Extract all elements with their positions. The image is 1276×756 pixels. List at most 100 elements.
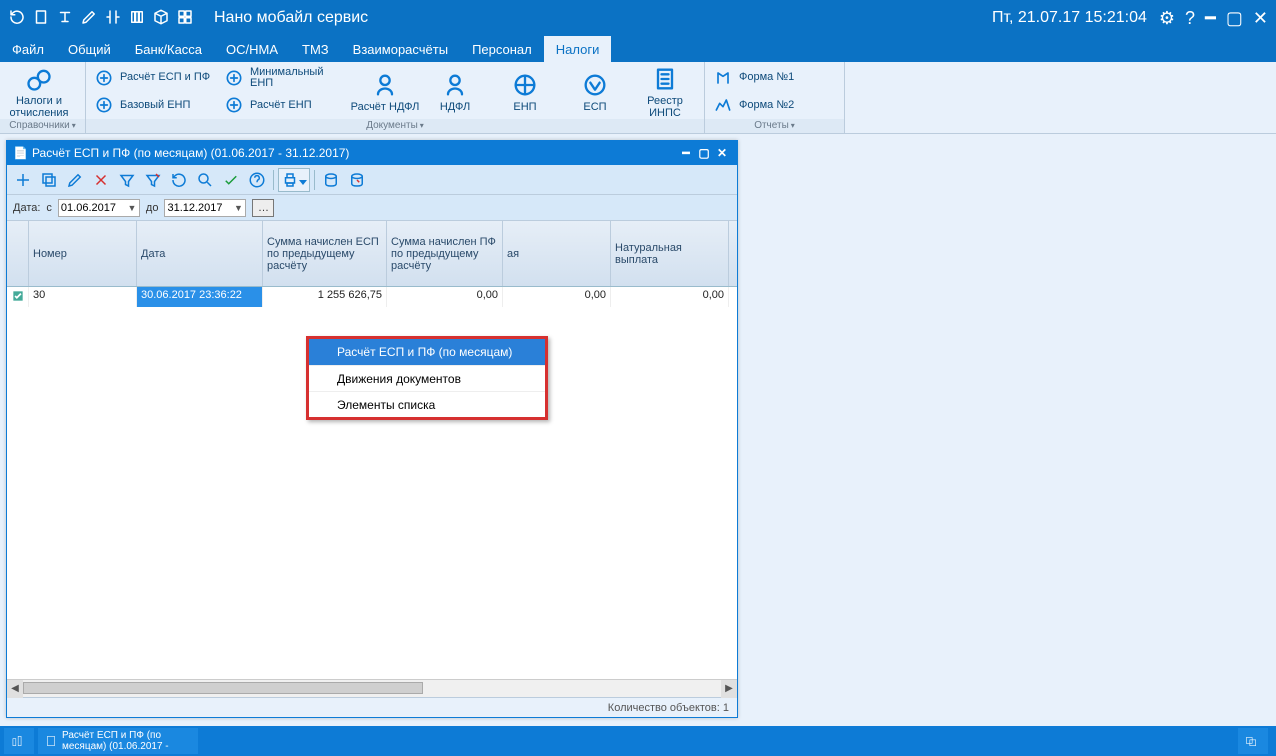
print-icon[interactable]: [278, 168, 310, 192]
filter-label-to: до: [146, 202, 159, 214]
bracket-icon[interactable]: [104, 8, 122, 29]
workspace: 📄 Расчёт ЕСП и ПФ (по месяцам) (01.06.20…: [0, 134, 1276, 726]
scroll-left-icon[interactable]: ◀: [7, 680, 23, 698]
grid-col-number[interactable]: Номер: [29, 221, 137, 286]
cell-number: 30: [29, 287, 137, 307]
menu-settlements[interactable]: Взаиморасчёты: [341, 36, 460, 62]
table-row[interactable]: 30 30.06.2017 23:36:22 1 255 626,75 0,00…: [7, 287, 737, 307]
rb-enp[interactable]: ЕНП: [490, 64, 560, 119]
rb-base-enp[interactable]: Базовый ЕНП: [90, 92, 220, 120]
date-from-input[interactable]: [59, 200, 125, 216]
menu-os[interactable]: ОС/НМА: [214, 36, 290, 62]
cell-sum-esp: 1 255 626,75: [263, 287, 387, 307]
taskbar: Расчёт ЕСП и ПФ (по месяцам) (01.06.2017…: [0, 726, 1276, 756]
maximize-icon[interactable]: ▢: [1226, 8, 1243, 29]
grid-col-date[interactable]: Дата: [137, 221, 263, 286]
document-window: 📄 Расчёт ЕСП и ПФ (по месяцам) (01.06.20…: [6, 140, 738, 718]
row-status-icon: [7, 287, 29, 307]
grid-col-icon[interactable]: [7, 221, 29, 286]
print-context-menu: Расчёт ЕСП и ПФ (по месяцам) Движения до…: [306, 336, 548, 420]
doc-toolbar: [7, 165, 737, 195]
horizontal-scrollbar[interactable]: ◀ ▶: [7, 679, 737, 697]
book-icon[interactable]: [32, 8, 50, 29]
rb-form2[interactable]: Форма №2: [709, 92, 840, 120]
rb-taxes-deductions[interactable]: Налоги и отчисления: [4, 64, 74, 119]
menu-bank[interactable]: Банк/Касса: [123, 36, 214, 62]
edit-icon[interactable]: [63, 168, 87, 192]
cell-date: 30.06.2017 23:36:22: [137, 287, 263, 307]
doc-minimize-icon[interactable]: ━: [677, 146, 695, 160]
date-picker-button[interactable]: …: [252, 199, 274, 217]
text-icon[interactable]: [56, 8, 74, 29]
doc-statusbar: Количество объектов: 1: [7, 697, 737, 717]
grid-icon[interactable]: [176, 8, 194, 29]
gear-icon[interactable]: ⚙: [1159, 8, 1175, 29]
rb-min-enp[interactable]: Минимальный ЕНП: [220, 64, 350, 92]
menu-common[interactable]: Общий: [56, 36, 123, 62]
close-icon[interactable]: ✕: [1253, 8, 1268, 29]
doc-maximize-icon[interactable]: ▢: [695, 146, 713, 160]
filter-icon[interactable]: [115, 168, 139, 192]
doc-filter-bar: Дата: с ▼ до ▼ …: [7, 195, 737, 221]
ribbon-group-label-3[interactable]: Отчеты: [705, 119, 844, 133]
ribbon-group-label-2[interactable]: Документы: [86, 119, 704, 133]
taskbar-windows-icon[interactable]: [1238, 728, 1268, 754]
refresh-icon[interactable]: [167, 168, 191, 192]
cell-5: 0,00: [503, 287, 611, 307]
cube-icon[interactable]: [152, 8, 170, 29]
scroll-right-icon[interactable]: ▶: [721, 680, 737, 698]
doc-close-icon[interactable]: ✕: [713, 146, 731, 160]
db1-icon[interactable]: [319, 168, 343, 192]
grid-col-natural[interactable]: Натуральная выплата: [611, 221, 729, 286]
rb-esp[interactable]: ЕСП: [560, 64, 630, 119]
rb-ndfl[interactable]: НДФЛ: [420, 64, 490, 119]
grid-col-5[interactable]: ая: [503, 221, 611, 286]
db2-icon[interactable]: [345, 168, 369, 192]
filter-label-from: с: [46, 202, 52, 214]
app-title: Нано мобайл сервис: [214, 9, 368, 27]
add-icon[interactable]: [11, 168, 35, 192]
help-toolbar-icon[interactable]: [245, 168, 269, 192]
cell-natural: 0,00: [611, 287, 729, 307]
delete-icon[interactable]: [89, 168, 113, 192]
rb-inps[interactable]: Реестр ИНПС: [630, 64, 700, 119]
doc-titlebar: 📄 Расчёт ЕСП и ПФ (по месяцам) (01.06.20…: [7, 141, 737, 165]
object-count: Количество объектов: 1: [608, 702, 729, 714]
grid-col-sum-esp[interactable]: Сумма начислен ЕСП по предыдущему расчёт…: [263, 221, 387, 286]
app-titlebar: Нано мобайл сервис Пт, 21.07.17 15:21:04…: [0, 0, 1276, 36]
titlebar-icon-group: [8, 8, 194, 29]
search-icon[interactable]: [193, 168, 217, 192]
taskbar-home-icon[interactable]: [4, 728, 34, 754]
menubar: Файл Общий Банк/Касса ОС/НМА ТМЗ Взаимор…: [0, 36, 1276, 62]
pencil-icon[interactable]: [80, 8, 98, 29]
refresh-icon[interactable]: [8, 8, 26, 29]
date-to-input[interactable]: [165, 200, 231, 216]
cm-item-movements[interactable]: Движения документов: [309, 365, 545, 391]
cm-item-calc-esp-pf[interactable]: Расчёт ЕСП и ПФ (по месяцам): [309, 339, 545, 365]
rb-esp-pf[interactable]: Расчёт ЕСП и ПФ: [90, 64, 220, 92]
doc-icon: 📄: [13, 146, 28, 160]
menu-staff[interactable]: Персонал: [460, 36, 544, 62]
rb-calc-ndfl[interactable]: Расчёт НДФЛ: [350, 64, 420, 119]
ribbon: Налоги и отчисления Справочники Расчёт Е…: [0, 62, 1276, 134]
menu-tmz[interactable]: ТМЗ: [290, 36, 341, 62]
cm-item-list-elements[interactable]: Элементы списка: [309, 391, 545, 417]
grid-col-sum-pf[interactable]: Сумма начислен ПФ по предыдущему расчёту: [387, 221, 503, 286]
copy-icon[interactable]: [37, 168, 61, 192]
filter-clear-icon[interactable]: [141, 168, 165, 192]
check-icon[interactable]: [219, 168, 243, 192]
minimize-icon[interactable]: ━: [1205, 8, 1216, 29]
filter-label-date: Дата:: [13, 202, 40, 214]
ribbon-group-label-1[interactable]: Справочники: [0, 119, 85, 133]
rb-form1[interactable]: Форма №1: [709, 64, 840, 92]
help-icon[interactable]: ?: [1185, 8, 1195, 29]
date-from-dropdown-icon[interactable]: ▼: [125, 203, 139, 213]
taskbar-doc-button[interactable]: Расчёт ЕСП и ПФ (по месяцам) (01.06.2017…: [38, 728, 198, 754]
rb-calc-enp[interactable]: Расчёт ЕНП: [220, 92, 350, 120]
datetime: Пт, 21.07.17 15:21:04: [992, 9, 1147, 27]
menu-taxes[interactable]: Налоги: [544, 36, 612, 62]
columns-icon[interactable]: [128, 8, 146, 29]
menu-file[interactable]: Файл: [0, 36, 56, 62]
date-to-dropdown-icon[interactable]: ▼: [231, 203, 245, 213]
scroll-thumb[interactable]: [23, 682, 423, 694]
